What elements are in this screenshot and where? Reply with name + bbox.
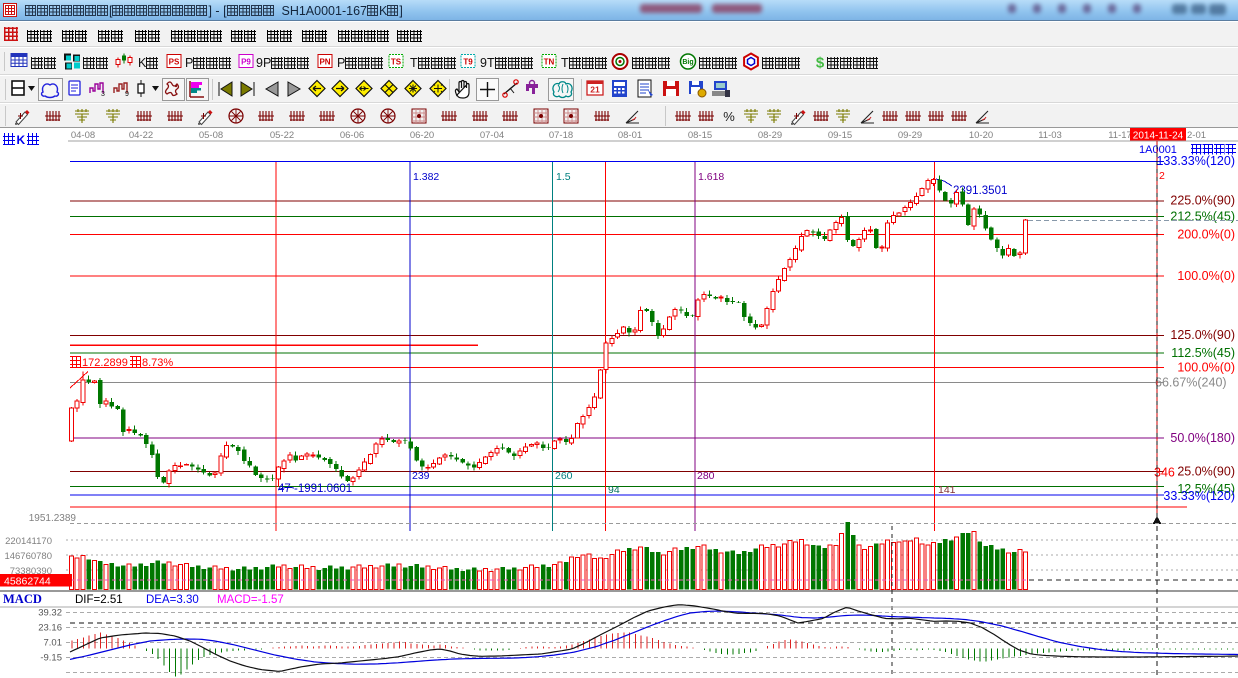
svg-text:280: 280 [697, 470, 715, 482]
svg-text:39.32: 39.32 [38, 608, 62, 619]
svg-text:200.0%(0): 200.0%(0) [1177, 228, 1235, 242]
svg-text:100.0%(0): 100.0%(0) [1177, 360, 1235, 374]
svg-text:260: 260 [555, 470, 573, 482]
svg-text:45862744: 45862744 [4, 576, 51, 588]
svg-text:06-20: 06-20 [410, 130, 434, 141]
svg-text:23.16: 23.16 [38, 623, 62, 634]
svg-text:MACD: MACD [3, 592, 42, 606]
svg-text:100.0%(0): 100.0%(0) [1177, 269, 1235, 283]
svg-text:7.01: 7.01 [44, 638, 63, 649]
svg-text:06-06: 06-06 [340, 130, 364, 141]
svg-text:220141170: 220141170 [5, 536, 52, 547]
svg-text:212.5%(45): 212.5%(45) [1170, 210, 1235, 224]
svg-text:8.73%: 8.73% [142, 357, 173, 369]
svg-text:04-08: 04-08 [71, 130, 95, 141]
svg-text:50.0%(180): 50.0%(180) [1170, 431, 1235, 445]
svg-text:2-01: 2-01 [1187, 130, 1206, 141]
svg-text:133.33%(120): 133.33%(120) [1156, 154, 1235, 168]
svg-text:11-17: 11-17 [1108, 130, 1132, 141]
svg-text:1.618: 1.618 [698, 171, 724, 183]
svg-text:25.0%(90): 25.0%(90) [1177, 465, 1235, 479]
svg-text:112.5%(45): 112.5%(45) [1171, 346, 1235, 360]
svg-text:04-22: 04-22 [129, 130, 153, 141]
svg-text:94: 94 [608, 484, 620, 496]
svg-text:08-29: 08-29 [758, 130, 782, 141]
svg-text:172.2899: 172.2899 [82, 357, 128, 369]
svg-text:125.0%(90): 125.0%(90) [1170, 328, 1235, 342]
svg-text:08-01: 08-01 [618, 130, 642, 141]
svg-text:47 -1991.0601: 47 -1991.0601 [278, 483, 352, 495]
svg-text:225.0%(90): 225.0%(90) [1170, 194, 1235, 208]
svg-text:10-20: 10-20 [969, 130, 993, 141]
svg-text:2: 2 [1159, 170, 1165, 182]
svg-text:146760780: 146760780 [4, 551, 52, 562]
svg-text:1951.2389: 1951.2389 [29, 513, 77, 524]
svg-text:141: 141 [938, 484, 956, 496]
svg-text:66.67%(240): 66.67%(240) [1155, 375, 1227, 389]
svg-text:2014-11-24: 2014-11-24 [1133, 131, 1184, 142]
svg-text:-9.15: -9.15 [40, 653, 62, 664]
svg-text:K: K [17, 133, 26, 147]
svg-text:07-04: 07-04 [480, 130, 504, 141]
svg-text:05-22: 05-22 [270, 130, 294, 141]
svg-text:DIF=2.51: DIF=2.51 [75, 594, 123, 606]
svg-text:239: 239 [412, 470, 430, 482]
svg-text:1.382: 1.382 [413, 171, 439, 183]
svg-text:MACD=-1.57: MACD=-1.57 [217, 594, 284, 606]
svg-text:08-15: 08-15 [688, 130, 712, 141]
svg-text:11-03: 11-03 [1038, 130, 1062, 141]
svg-text:07-18: 07-18 [549, 130, 573, 141]
svg-text:33.33%(120): 33.33%(120) [1163, 489, 1235, 503]
svg-text:1.5: 1.5 [556, 171, 571, 183]
svg-text:05-08: 05-08 [199, 130, 223, 141]
svg-text:09-29: 09-29 [898, 130, 922, 141]
svg-text:DEA=3.30: DEA=3.30 [146, 594, 199, 606]
svg-text:09-15: 09-15 [828, 130, 852, 141]
